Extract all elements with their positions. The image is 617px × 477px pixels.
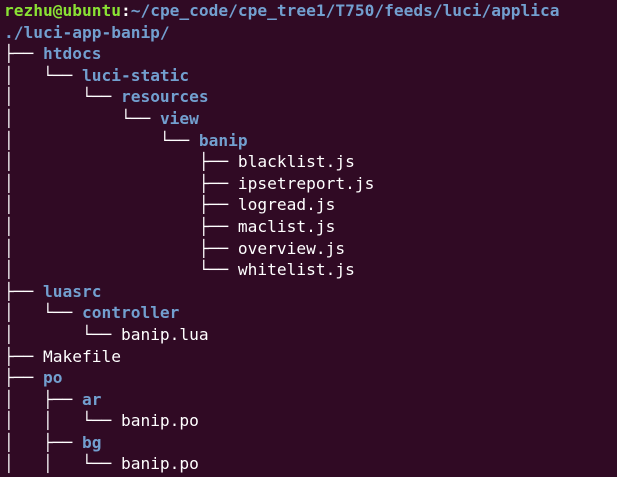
tree-branch: │ ├── xyxy=(4,432,82,452)
tree-branch: │ │ └── xyxy=(4,411,121,431)
tree-line: │ ├── overview.js xyxy=(0,238,617,260)
tree-line: ├── luasrc xyxy=(0,281,617,303)
tree-branch: ├── xyxy=(4,368,43,388)
tree-line: │ └── banip xyxy=(0,130,617,152)
directory-name: po xyxy=(42,368,63,388)
file-name: Makefile xyxy=(42,346,121,366)
tree-branch: │ ├── xyxy=(4,195,238,215)
tree-line: ├── Makefile xyxy=(0,346,617,368)
tree-line: │ └── luci-static xyxy=(0,65,617,87)
file-name: banip.po xyxy=(120,411,199,431)
tree-line: │ │ └── banip.po xyxy=(0,410,617,432)
file-name: banip.lua xyxy=(120,324,209,344)
tree-branch: │ └── xyxy=(4,130,199,150)
tree-line: │ ├── bg xyxy=(0,432,617,454)
tree-line: │ ├── ipsetreport.js xyxy=(0,173,617,195)
tree-branch: │ ├── xyxy=(4,152,238,172)
file-name: maclist.js xyxy=(237,216,336,236)
directory-name: luasrc xyxy=(42,281,102,301)
tree-root: ./luci-app-banip/ xyxy=(4,22,170,42)
terminal-window[interactable]: rezhu@ubuntu:~/cpe_code/cpe_tree1/T750/f… xyxy=(0,0,617,477)
directory-name: banip xyxy=(198,130,248,150)
directory-name: resources xyxy=(120,87,209,107)
file-name: whitelist.js xyxy=(237,260,355,280)
tree-line: │ ├── blacklist.js xyxy=(0,151,617,173)
directory-name: view xyxy=(159,108,199,128)
directory-name: ar xyxy=(81,389,102,409)
tree-line: │ ├── logread.js xyxy=(0,194,617,216)
prompt-separator: : xyxy=(120,1,131,20)
tree-line: │ └── controller xyxy=(0,302,617,324)
directory-name: bg xyxy=(81,432,102,452)
file-name: logread.js xyxy=(237,195,336,215)
tree-branch: │ └── xyxy=(4,260,238,280)
tree-line: │ └── resources xyxy=(0,86,617,108)
prompt-path: ~/cpe_code/cpe_tree1/T750/feeds/luci/app… xyxy=(130,1,560,20)
tree-branch: │ ├── xyxy=(4,216,238,236)
directory-name: htdocs xyxy=(42,44,102,64)
file-name: blacklist.js xyxy=(237,152,355,172)
tree-branch: │ ├── xyxy=(4,238,238,258)
tree-line: │ ├── maclist.js xyxy=(0,216,617,238)
file-name: banip.po xyxy=(120,454,199,474)
directory-name: controller xyxy=(81,303,180,323)
tree-line: ├── htdocs xyxy=(0,43,617,65)
directory-name: luci-static xyxy=(81,65,190,85)
prompt-user-host: rezhu@ubuntu xyxy=(4,1,121,20)
tree-branch: ├── xyxy=(4,281,43,301)
tree-branch: │ ├── xyxy=(4,389,82,409)
file-name: ipsetreport.js xyxy=(237,173,375,193)
tree-branch: ├── xyxy=(4,346,43,366)
tree-branch: │ └── xyxy=(4,324,121,344)
tree-branch: │ └── xyxy=(4,65,82,85)
file-name: overview.js xyxy=(237,238,346,258)
tree-line: │ └── banip.lua xyxy=(0,324,617,346)
prompt-line: rezhu@ubuntu:~/cpe_code/cpe_tree1/T750/f… xyxy=(0,0,617,22)
tree-branch: │ └── xyxy=(4,303,82,323)
tree-line: │ └── view xyxy=(0,108,617,130)
tree-branch: │ └── xyxy=(4,87,121,107)
tree-listing: ├── htdocs │ └── luci-static │ └── resourc… xyxy=(0,43,617,475)
tree-branch: ├── xyxy=(4,44,43,64)
tree-branch: │ ├── xyxy=(4,173,238,193)
tree-line: ├── po xyxy=(0,367,617,389)
tree-line: │ ├── ar xyxy=(0,389,617,411)
tree-branch: │ └── xyxy=(4,108,160,128)
tree-branch: │ │ └── xyxy=(4,454,121,474)
tree-line: │ └── whitelist.js xyxy=(0,259,617,281)
tree-line: │ │ └── banip.po xyxy=(0,453,617,475)
